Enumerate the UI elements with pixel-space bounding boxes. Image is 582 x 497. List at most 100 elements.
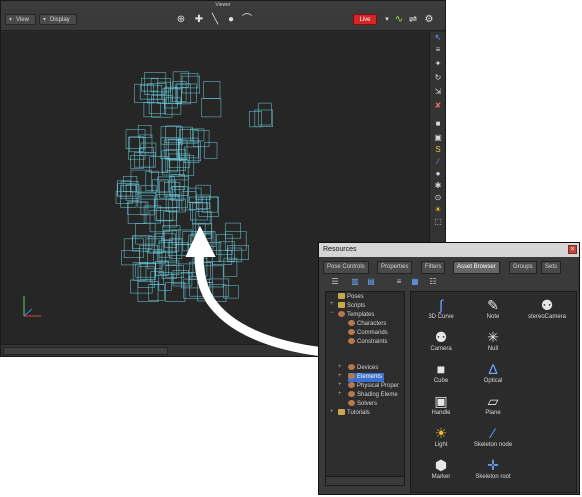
asset-label: Camera <box>430 346 452 352</box>
marker-tool-icon[interactable]: ⊙ <box>432 192 444 204</box>
scale-tool-icon[interactable]: ⇲ <box>432 86 444 98</box>
sphere-tool-icon[interactable]: ● <box>432 168 444 180</box>
expand-physical-icon[interactable]: + <box>338 382 344 388</box>
tree-item-solvers[interactable]: Solvers <box>348 400 377 409</box>
wireframe-cube <box>141 77 159 92</box>
settings-icon[interactable]: ⚙ <box>421 12 437 28</box>
expand-tutorials-icon[interactable]: + <box>330 409 336 415</box>
wireframe-cube <box>204 265 224 288</box>
detail-view-icon[interactable]: ☷ <box>427 276 439 288</box>
wireframe-cube <box>140 195 155 216</box>
asset-label: Note <box>486 314 500 320</box>
tree-horizontal-scrollbar[interactable] <box>325 476 405 486</box>
tree-item-scripts[interactable]: Scripts <box>338 302 365 311</box>
tree-item-constraints[interactable]: Constraints <box>348 338 387 347</box>
asset-camera[interactable]: ⚉ Camera <box>415 328 467 358</box>
wireframe-cube <box>195 211 212 234</box>
asset-stereo-camera[interactable]: ⚉ stereoCamera <box>521 296 573 326</box>
tree-item-tutorials[interactable]: Tutorials <box>338 409 370 418</box>
tree-item-physical-properties[interactable]: Physical Proper <box>348 382 399 391</box>
collapse-templates-icon[interactable]: − <box>330 310 336 316</box>
tree-item-label: Commands <box>357 330 388 336</box>
tab-properties[interactable]: Properties <box>377 261 413 274</box>
zoom-camera-icon[interactable]: ● <box>223 12 239 28</box>
view-menu-button[interactable]: View <box>5 14 36 25</box>
expand-elements-icon[interactable]: + <box>338 373 344 379</box>
asset-skeleton-root[interactable]: ✛ Skeleton root <box>467 456 519 486</box>
template-icon <box>338 311 345 318</box>
asset-note[interactable]: ✎ Note <box>467 296 519 326</box>
tree-item-characters[interactable]: Characters <box>348 320 386 329</box>
asset-handle[interactable]: ▣ Handle <box>415 392 467 422</box>
solid-cube-icon[interactable]: ■ <box>432 118 444 130</box>
snap-icon[interactable]: ⇌ <box>405 12 421 28</box>
asset-optical[interactable]: ∆ Optical <box>467 360 519 390</box>
pick-tool-icon[interactable]: ✘ <box>432 100 444 112</box>
close-icon[interactable]: × <box>568 245 577 254</box>
curve-tool-icon[interactable]: S <box>432 144 444 156</box>
asset-cube[interactable]: ■ Cube <box>415 360 467 390</box>
live-button[interactable]: Live <box>353 14 377 25</box>
tree-item-commands[interactable]: Commands <box>348 329 388 338</box>
rotate-tool-icon[interactable]: ↻ <box>432 72 444 84</box>
asset-plane[interactable]: ▱ Plane <box>467 392 519 422</box>
status-field[interactable] <box>3 347 168 355</box>
curve-icon: ∫ <box>439 297 443 313</box>
light-tool-icon[interactable]: ☀ <box>432 204 444 216</box>
skeleton-node-icon: ∕ <box>491 425 495 441</box>
expand-shading-icon[interactable]: + <box>338 391 344 397</box>
tab-groups[interactable]: Groups <box>509 261 537 274</box>
tree-item-poses[interactable]: Poses <box>338 293 364 302</box>
asset-3d-curve[interactable]: ∫ 3D Curve <box>415 296 467 326</box>
tree-item-templates[interactable]: Templates <box>338 311 374 320</box>
tree-item-label: Poses <box>347 294 364 300</box>
tab-sets[interactable]: Sets <box>541 261 562 274</box>
tree-view-icon[interactable]: ☰ <box>329 276 341 288</box>
camera-icon: ⚉ <box>434 329 448 345</box>
asset-label: Marker <box>431 474 451 480</box>
tree-item-shading-elements[interactable]: Shading Eleme <box>348 391 398 400</box>
wireframe-cube <box>227 245 249 260</box>
asset-skeleton-node[interactable]: ∕ Skeleton node <box>467 424 519 454</box>
asset-null[interactable]: ✳ Null <box>467 328 519 358</box>
asset-label: 3D Curve <box>428 314 454 320</box>
list-view-icon[interactable]: ≡ <box>393 276 405 288</box>
template-icon <box>348 338 355 345</box>
wireframe-cube <box>134 83 154 104</box>
tab-asset-browser[interactable]: Asset Browser <box>453 261 500 274</box>
panel-view-icon[interactable]: ▤ <box>365 276 377 288</box>
frame-tool-icon[interactable]: ⬚ <box>432 216 444 228</box>
tree-item-elements[interactable]: Elements <box>348 373 385 382</box>
null-icon: ✳ <box>487 329 499 345</box>
local-mode-icon[interactable]: ≡ <box>432 44 444 56</box>
null-tool-icon[interactable]: ✱ <box>432 180 444 192</box>
wireframe-cube <box>156 207 174 222</box>
asset-label: stereoCamera <box>527 314 566 320</box>
wireframe-cube <box>163 211 177 228</box>
select-arrow-icon[interactable]: ↖ <box>432 32 444 44</box>
bone-tool-icon[interactable]: ∕ <box>432 156 444 168</box>
display-menu-button[interactable]: Display <box>39 14 77 25</box>
expand-scripts-icon[interactable]: + <box>330 301 336 307</box>
expand-devices-icon[interactable]: + <box>338 364 344 370</box>
tree-item-label: Devices <box>357 365 379 371</box>
cube-icon: ■ <box>436 361 446 377</box>
handle-icon: ▣ <box>434 393 448 409</box>
asset-label: Null <box>487 346 499 352</box>
dolly-camera-icon[interactable]: ╲ <box>207 12 223 28</box>
translate-camera-icon[interactable]: ✚ <box>191 12 207 28</box>
asset-marker[interactable]: ⬢ Marker <box>415 456 467 486</box>
translate-tool-icon[interactable]: ✦ <box>432 58 444 70</box>
shaded-cube-icon[interactable]: ▣ <box>432 132 444 144</box>
wireframe-cube <box>161 264 177 279</box>
split-view-icon[interactable]: ▥ <box>349 276 361 288</box>
asset-light[interactable]: ☀ Light <box>415 424 467 454</box>
tree-item-devices[interactable]: Devices <box>348 364 378 373</box>
wireframe-cube <box>137 192 156 208</box>
orbit-camera-icon[interactable]: ⌒ <box>239 12 255 28</box>
tab-pose-controls[interactable]: Pose Controls <box>323 261 369 274</box>
icon-view-icon[interactable]: ▦ <box>409 276 421 288</box>
tab-filters[interactable]: Filters <box>421 261 446 274</box>
asset-label: Optical <box>483 378 503 384</box>
rotate-camera-icon[interactable]: ⊕ <box>173 12 189 28</box>
